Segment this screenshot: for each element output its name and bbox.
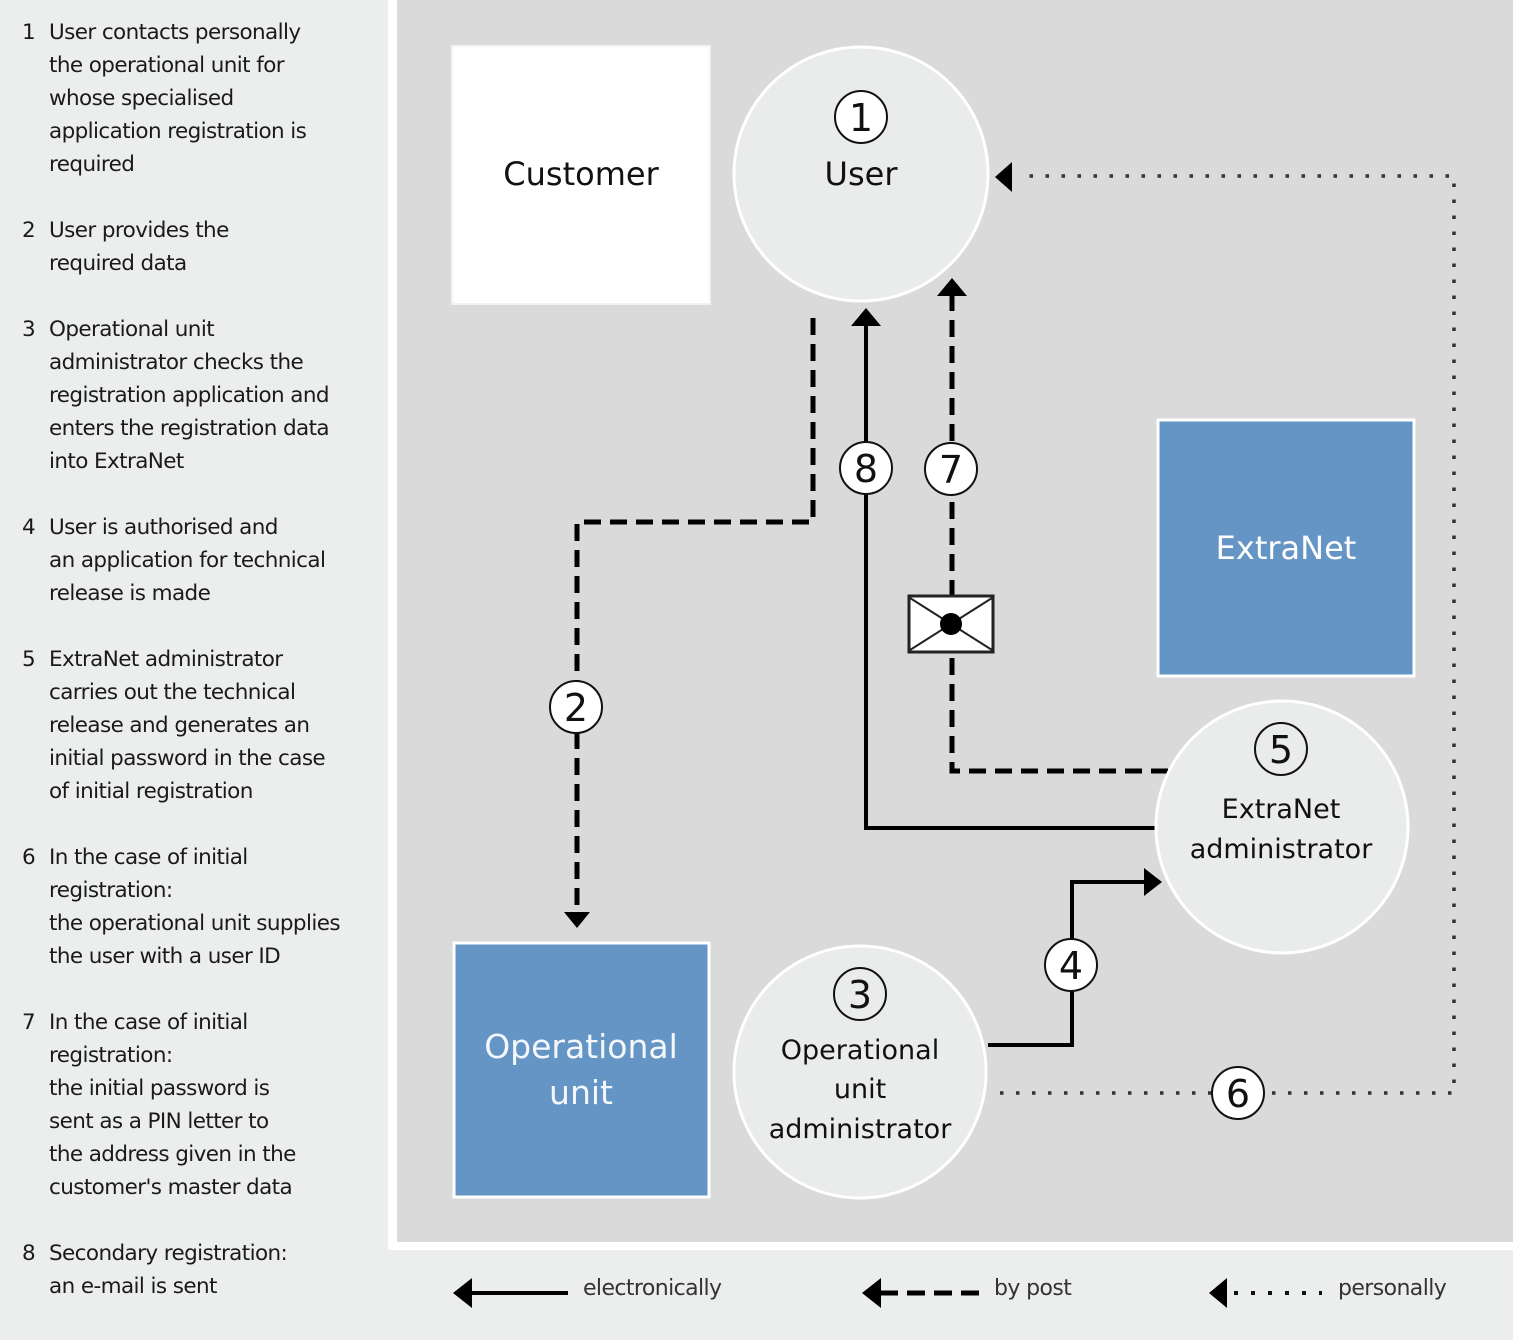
flow-marker-6-label: 6 xyxy=(1226,1072,1250,1116)
extranet-admin-label-line2: administrator xyxy=(1190,834,1374,865)
arrow-up-icon xyxy=(851,308,881,326)
arrow-left-icon xyxy=(862,1278,881,1308)
flow-diagram: Customer ExtraNet Operational unit 1 Use… xyxy=(451,45,1456,1308)
customer-box: Customer xyxy=(451,45,711,305)
user-step-number: 1 xyxy=(849,96,873,140)
flow-marker-4: 4 xyxy=(1044,938,1098,992)
user-label: User xyxy=(825,155,899,193)
key-by-post-label: by post xyxy=(994,1276,1072,1301)
key-electronically-label: electronically xyxy=(583,1276,722,1301)
op-admin-label-line2: unit xyxy=(834,1074,886,1105)
operational-unit-label-line2: unit xyxy=(549,1073,613,1112)
op-admin-node: 3 Operational unit administrator xyxy=(732,944,988,1200)
flow-marker-6: 6 xyxy=(1211,1066,1265,1120)
op-admin-label-line1: Operational xyxy=(781,1035,939,1066)
arrow-left-icon xyxy=(1209,1278,1227,1308)
user-node: 1 User xyxy=(732,45,990,303)
flow-marker-7-label: 7 xyxy=(939,448,963,492)
arrow-down-icon xyxy=(564,912,590,928)
op-admin-step-number: 3 xyxy=(848,973,872,1017)
connector-8-electronically xyxy=(851,308,1155,830)
op-admin-label-line3: administrator xyxy=(769,1114,953,1145)
arrow-left-icon xyxy=(995,162,1012,192)
key-personally-label: personally xyxy=(1338,1276,1447,1301)
connector-2-by-post xyxy=(564,318,816,928)
flow-marker-8-label: 8 xyxy=(854,447,878,491)
flow-marker-2: 2 xyxy=(549,680,603,734)
extranet-box: ExtraNet xyxy=(1156,418,1416,678)
arrow-right-icon xyxy=(1144,868,1162,896)
extranet-label: ExtraNet xyxy=(1216,529,1357,567)
flow-marker-4-label: 4 xyxy=(1059,944,1083,988)
envelope-icon xyxy=(907,594,995,654)
extranet-admin-label-line1: ExtraNet xyxy=(1222,794,1341,825)
arrow-left-icon xyxy=(453,1278,472,1308)
key-by-post xyxy=(862,1278,980,1308)
operational-unit-label-line1: Operational xyxy=(484,1027,678,1066)
extranet-admin-step-number: 5 xyxy=(1269,728,1293,772)
arrow-up-icon xyxy=(937,278,967,296)
key-electronically xyxy=(453,1278,568,1308)
key-personally xyxy=(1209,1278,1322,1308)
flow-marker-2-label: 2 xyxy=(564,686,588,730)
flow-marker-8: 8 xyxy=(839,441,893,495)
connector-7-by-post xyxy=(937,278,1168,774)
operational-unit-box: Operational unit xyxy=(452,941,711,1199)
customer-label: Customer xyxy=(503,155,659,193)
flow-marker-7: 7 xyxy=(924,442,978,496)
extranet-admin-node: 5 ExtraNet administrator xyxy=(1154,699,1410,955)
